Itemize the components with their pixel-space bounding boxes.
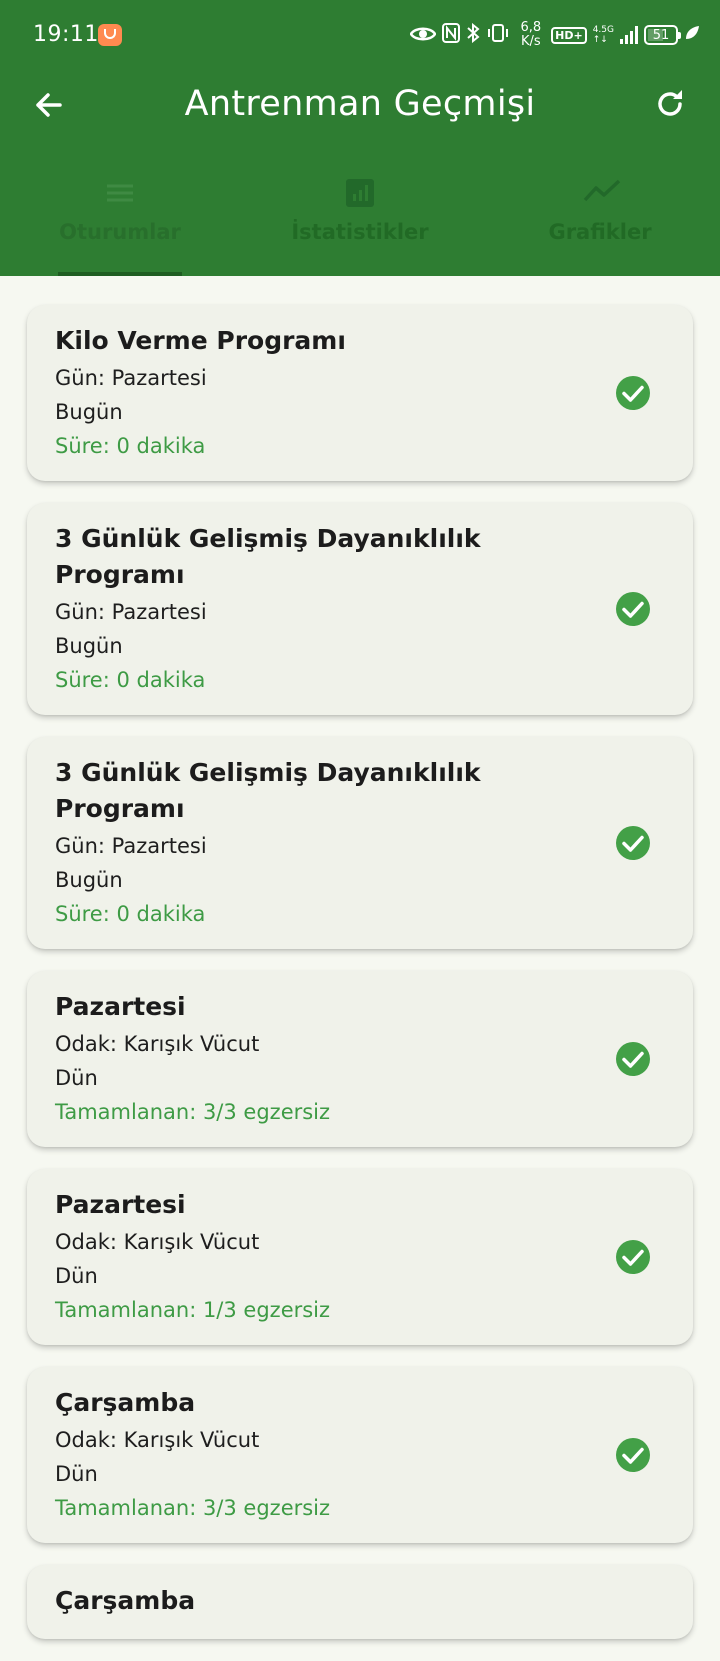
- tab-bar: Oturumlar İstatistikler Grafikler: [0, 170, 720, 276]
- speed-unit: K/s: [520, 34, 541, 49]
- session-date: Dün: [55, 1264, 98, 1288]
- network-type: 4.5G ↑↓: [593, 25, 614, 45]
- check-circle-icon: [615, 1239, 651, 1275]
- session-card[interactable]: Kilo Verme Programı Gün: Pazartesi Bugün…: [27, 305, 693, 481]
- status-time: 19:11: [33, 22, 99, 47]
- session-title: Kilo Verme Programı: [55, 326, 346, 355]
- eye-icon: [410, 25, 437, 46]
- tab-label: İstatistikler: [291, 220, 429, 244]
- signal-icon: [620, 26, 638, 44]
- hd-badge: HD+: [551, 26, 587, 44]
- tab-oturumlar[interactable]: Oturumlar: [0, 170, 240, 276]
- session-title: 3 Günlük Gelişmiş Dayanıklılık Programı: [55, 524, 481, 589]
- session-day: Gün: Pazartesi: [55, 366, 207, 390]
- notification-app-icon: [98, 24, 122, 46]
- session-title: Çarşamba: [55, 1388, 196, 1417]
- bluetooth-icon: [466, 22, 480, 47]
- list-icon: [103, 176, 137, 210]
- vibrate-icon: [486, 23, 510, 47]
- nfc-icon: [442, 23, 461, 47]
- speed-value: 6,8: [520, 20, 542, 35]
- session-list: Kilo Verme Programı Gün: Pazartesi Bugün…: [27, 305, 693, 1661]
- session-day: Gün: Pazartesi: [55, 600, 207, 624]
- session-date: Dün: [55, 1462, 98, 1486]
- battery-icon: 51: [644, 25, 681, 45]
- session-detail: Süre: 0 dakika: [55, 902, 206, 926]
- tab-indicator: [58, 272, 182, 276]
- session-focus: Odak: Karışık Vücut: [55, 1230, 260, 1254]
- session-date: Bugün: [55, 400, 123, 424]
- session-focus: Odak: Karışık Vücut: [55, 1032, 260, 1056]
- session-card[interactable]: 3 Günlük Gelişmiş Dayanıklılık Programı …: [27, 737, 693, 949]
- status-bar: 19:11 6,8 K/s HD+ 4.5G ↑↓ 51: [0, 0, 720, 66]
- session-date: Dün: [55, 1066, 98, 1090]
- tab-label: Oturumlar: [59, 220, 181, 244]
- session-card[interactable]: Çarşamba Odak: Karışık Vücut Dün Tamamla…: [27, 1367, 693, 1543]
- trend-line-icon: [583, 176, 621, 210]
- bar-chart-icon: [343, 176, 377, 210]
- session-detail: Süre: 0 dakika: [55, 434, 206, 458]
- check-circle-icon: [615, 1437, 651, 1473]
- refresh-icon[interactable]: [652, 86, 688, 122]
- session-title: Pazartesi: [55, 992, 186, 1021]
- session-card[interactable]: Pazartesi Odak: Karışık Vücut Dün Tamaml…: [27, 971, 693, 1147]
- session-detail: Süre: 0 dakika: [55, 668, 206, 692]
- session-title: Pazartesi: [55, 1190, 186, 1219]
- tab-grafikler[interactable]: Grafikler: [480, 170, 720, 276]
- page-title: Antrenman Geçmişi: [184, 84, 536, 124]
- leaf-icon: [684, 25, 700, 45]
- tab-istatistikler[interactable]: İstatistikler: [240, 170, 480, 276]
- session-title: 3 Günlük Gelişmiş Dayanıklılık Programı: [55, 758, 481, 823]
- check-circle-icon: [615, 1041, 651, 1077]
- check-circle-icon: [615, 375, 651, 411]
- network-arrows: ↑↓: [592, 35, 608, 45]
- session-card[interactable]: Çarşamba: [27, 1565, 693, 1639]
- battery-level: 51: [652, 27, 670, 43]
- session-title: Çarşamba: [55, 1586, 196, 1615]
- app-bar: 19:11 6,8 K/s HD+ 4.5G ↑↓ 51 Antrenman G…: [0, 0, 720, 276]
- status-indicators: 6,8 K/s HD+ 4.5G ↑↓ 51: [410, 18, 700, 52]
- tab-label: Grafikler: [548, 220, 652, 244]
- session-detail: Tamamlanan: 3/3 egzersiz: [55, 1496, 331, 1520]
- check-circle-icon: [615, 591, 651, 627]
- session-date: Bugün: [55, 868, 123, 892]
- session-card[interactable]: Pazartesi Odak: Karışık Vücut Dün Tamaml…: [27, 1169, 693, 1345]
- session-day: Gün: Pazartesi: [55, 834, 207, 858]
- session-detail: Tamamlanan: 3/3 egzersiz: [55, 1100, 331, 1124]
- session-card[interactable]: 3 Günlük Gelişmiş Dayanıklılık Programı …: [27, 503, 693, 715]
- session-focus: Odak: Karışık Vücut: [55, 1428, 260, 1452]
- session-date: Bugün: [55, 634, 123, 658]
- check-circle-icon: [615, 825, 651, 861]
- network-speed: 6,8 K/s: [520, 21, 541, 49]
- session-detail: Tamamlanan: 1/3 egzersiz: [55, 1298, 331, 1322]
- toolbar: Antrenman Geçmişi: [0, 70, 720, 140]
- network-type-label: 4.5G: [592, 25, 614, 35]
